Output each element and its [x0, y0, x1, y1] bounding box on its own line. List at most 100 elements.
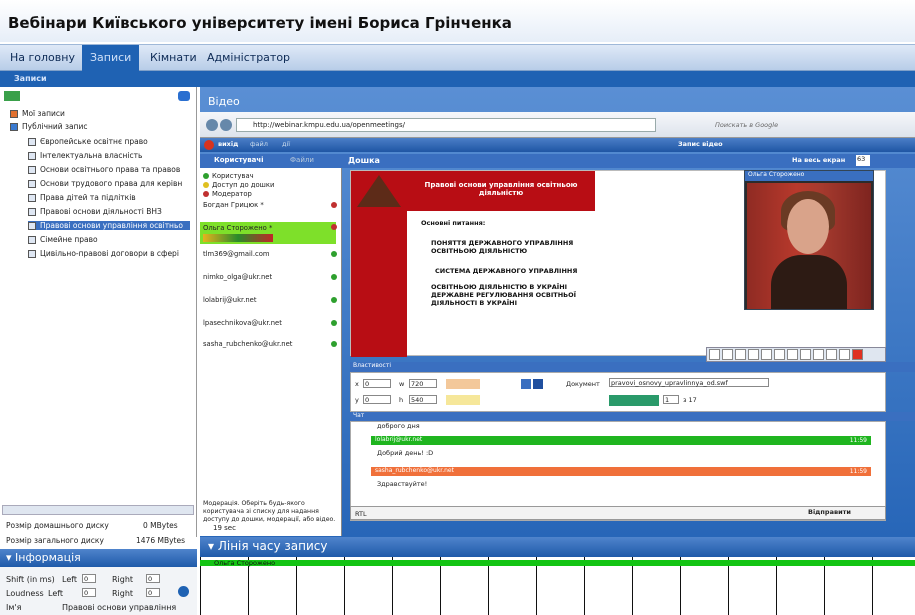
subnav-records[interactable]: Записи — [14, 74, 47, 83]
rectangle-icon[interactable] — [826, 349, 837, 360]
user-row[interactable]: lolabrij@ukr.net — [203, 296, 257, 304]
exit-icon[interactable] — [204, 140, 214, 150]
fill-color-swatch[interactable] — [446, 379, 480, 389]
tree-item[interactable]: Основи трудового права для керівн — [28, 179, 190, 188]
brush-icon[interactable] — [735, 349, 746, 360]
exit-button[interactable]: вихід — [218, 140, 238, 148]
shift-right-input[interactable]: 0 — [146, 574, 160, 583]
chat-input[interactable]: RTL — [350, 506, 886, 520]
user-row[interactable]: lpasechnikova@ukr.net — [203, 319, 282, 327]
tree-label: Правові основи управління освітньо — [40, 221, 183, 230]
zoom-icon[interactable] — [761, 349, 772, 360]
info-title: Інформація — [15, 551, 81, 564]
user-row[interactable]: sasha_rubchenko@ukr.net — [203, 340, 292, 348]
page-input[interactable]: 1 — [663, 395, 679, 404]
home-disk-label: Розмір домашнього диску — [6, 521, 109, 530]
rtl-checkbox[interactable]: RTL — [355, 510, 367, 518]
user-dot-icon — [203, 173, 209, 179]
properties-header[interactable]: Властивості — [350, 362, 915, 372]
search-input[interactable]: Поискать в Google — [715, 121, 778, 129]
file-icon — [28, 250, 36, 258]
pencil-icon[interactable] — [787, 349, 798, 360]
height-input[interactable]: 540 — [409, 395, 437, 404]
y-input[interactable]: 0 — [363, 395, 391, 404]
document-select[interactable]: pravovi_osnovy_upravlinnya_od.swf — [609, 378, 769, 387]
tree-label: Публічний запис — [22, 122, 88, 131]
save-icon[interactable] — [722, 349, 733, 360]
tree-my-records[interactable]: Мої записи — [10, 109, 172, 118]
left-label: Left — [62, 575, 78, 584]
ellipse-icon[interactable] — [839, 349, 850, 360]
file-icon — [28, 138, 36, 146]
nav-records[interactable]: Записи — [82, 45, 140, 71]
info-header[interactable]: ▾ Інформація — [0, 549, 197, 567]
tree-item[interactable]: Права дітей та підлітків — [28, 193, 190, 202]
tab-files[interactable]: Файли — [290, 156, 314, 164]
bold-icon[interactable] — [533, 379, 543, 389]
globe-icon — [10, 123, 18, 131]
person-body — [771, 255, 847, 309]
line-color-swatch[interactable] — [446, 395, 480, 405]
trash-icon[interactable] — [178, 91, 190, 101]
legend-label: Доступ до дошки — [212, 181, 275, 189]
info-icon[interactable] — [178, 586, 189, 597]
sub-nav: Записи — [0, 71, 915, 87]
loudness-right-input[interactable]: 0 — [146, 588, 160, 597]
webcam-window[interactable]: Ольга Сторожено — [744, 170, 874, 310]
tree-public-records[interactable]: Публічний запис — [10, 122, 172, 131]
forward-icon[interactable] — [220, 119, 232, 131]
user-row-selected[interactable]: Ольга Сторожено * — [200, 222, 336, 244]
user-name: tlm369@gmail.com — [203, 250, 270, 258]
arrow-icon[interactable] — [852, 349, 863, 360]
actions-menu[interactable]: дії — [282, 140, 290, 148]
pointer-icon[interactable] — [748, 349, 759, 360]
timeline-header[interactable]: ▾ Лінія часу запису — [200, 537, 915, 557]
file-menu[interactable]: файл — [250, 140, 268, 148]
chat-header[interactable]: Чат — [350, 412, 915, 421]
back-icon[interactable] — [206, 119, 218, 131]
fullscreen-toggle[interactable]: На весь екран — [792, 156, 845, 164]
url-input[interactable]: http://webinar.kmpu.edu.ua/openmeetings/ — [236, 118, 656, 132]
tree-item-selected[interactable]: Правові основи управління освітньо — [28, 221, 190, 230]
user-actions-icon[interactable] — [203, 234, 273, 242]
x-input[interactable]: 0 — [363, 379, 391, 388]
tree-item[interactable]: Правові основи діяльності ВНЗ — [28, 207, 190, 216]
video-title: Відео — [208, 95, 240, 108]
slide-heading: Основні питання: — [421, 219, 486, 227]
user-row[interactable]: Богдан Грицюк * — [203, 201, 264, 209]
w-label: w — [399, 380, 405, 388]
tree-item[interactable]: Інтелектуальна власність — [28, 151, 190, 160]
tree-item[interactable]: Цивільно-правові договори в сфері — [28, 249, 190, 258]
user-status-icon — [331, 341, 337, 347]
chat-message-header: lolabrij@ukr.net 11:59 — [371, 436, 871, 445]
refresh-icon[interactable] — [4, 91, 20, 101]
user-row[interactable]: nimko_olga@ukr.net — [203, 273, 272, 281]
width-input[interactable]: 720 — [409, 379, 437, 388]
horizontal-scrollbar[interactable] — [2, 505, 194, 515]
users-panel: Користувачі Файли Користувач Доступ до д… — [200, 154, 342, 536]
recording-timeline[interactable]: Ольга Сторожено — [200, 557, 915, 615]
tab-users[interactable]: Користувачі — [214, 156, 264, 164]
tree-item[interactable]: Європейське освітнє право — [28, 137, 190, 146]
tree-item[interactable]: Сімейне право — [28, 235, 190, 244]
tree-label: Основи трудового права для керівн — [40, 179, 183, 188]
nav-admin[interactable]: Адміністратор — [207, 51, 290, 64]
recording-time: 19 sec — [213, 524, 236, 532]
name-label: Ім'я — [6, 603, 22, 612]
record-video-label[interactable]: Запис відео — [678, 140, 723, 148]
nav-rooms[interactable]: Кімнати — [150, 51, 197, 64]
tree-item[interactable]: Основи освітнього права та правов — [28, 165, 190, 174]
italic-icon[interactable] — [521, 379, 531, 389]
legend-item: Користувач — [203, 172, 254, 180]
user-row[interactable]: tlm369@gmail.com — [203, 250, 270, 258]
clear-icon[interactable] — [709, 349, 720, 360]
nav-home[interactable]: На головну — [10, 51, 75, 64]
send-button[interactable]: Відправити — [808, 508, 858, 518]
zoom-input[interactable]: 63 — [856, 155, 870, 166]
loudness-left-input[interactable]: 0 — [82, 588, 96, 597]
line-icon[interactable] — [800, 349, 811, 360]
shift-left-input[interactable]: 0 — [82, 574, 96, 583]
text-icon[interactable] — [774, 349, 785, 360]
page-nav-icon[interactable] — [609, 395, 659, 406]
underline-icon[interactable] — [813, 349, 824, 360]
